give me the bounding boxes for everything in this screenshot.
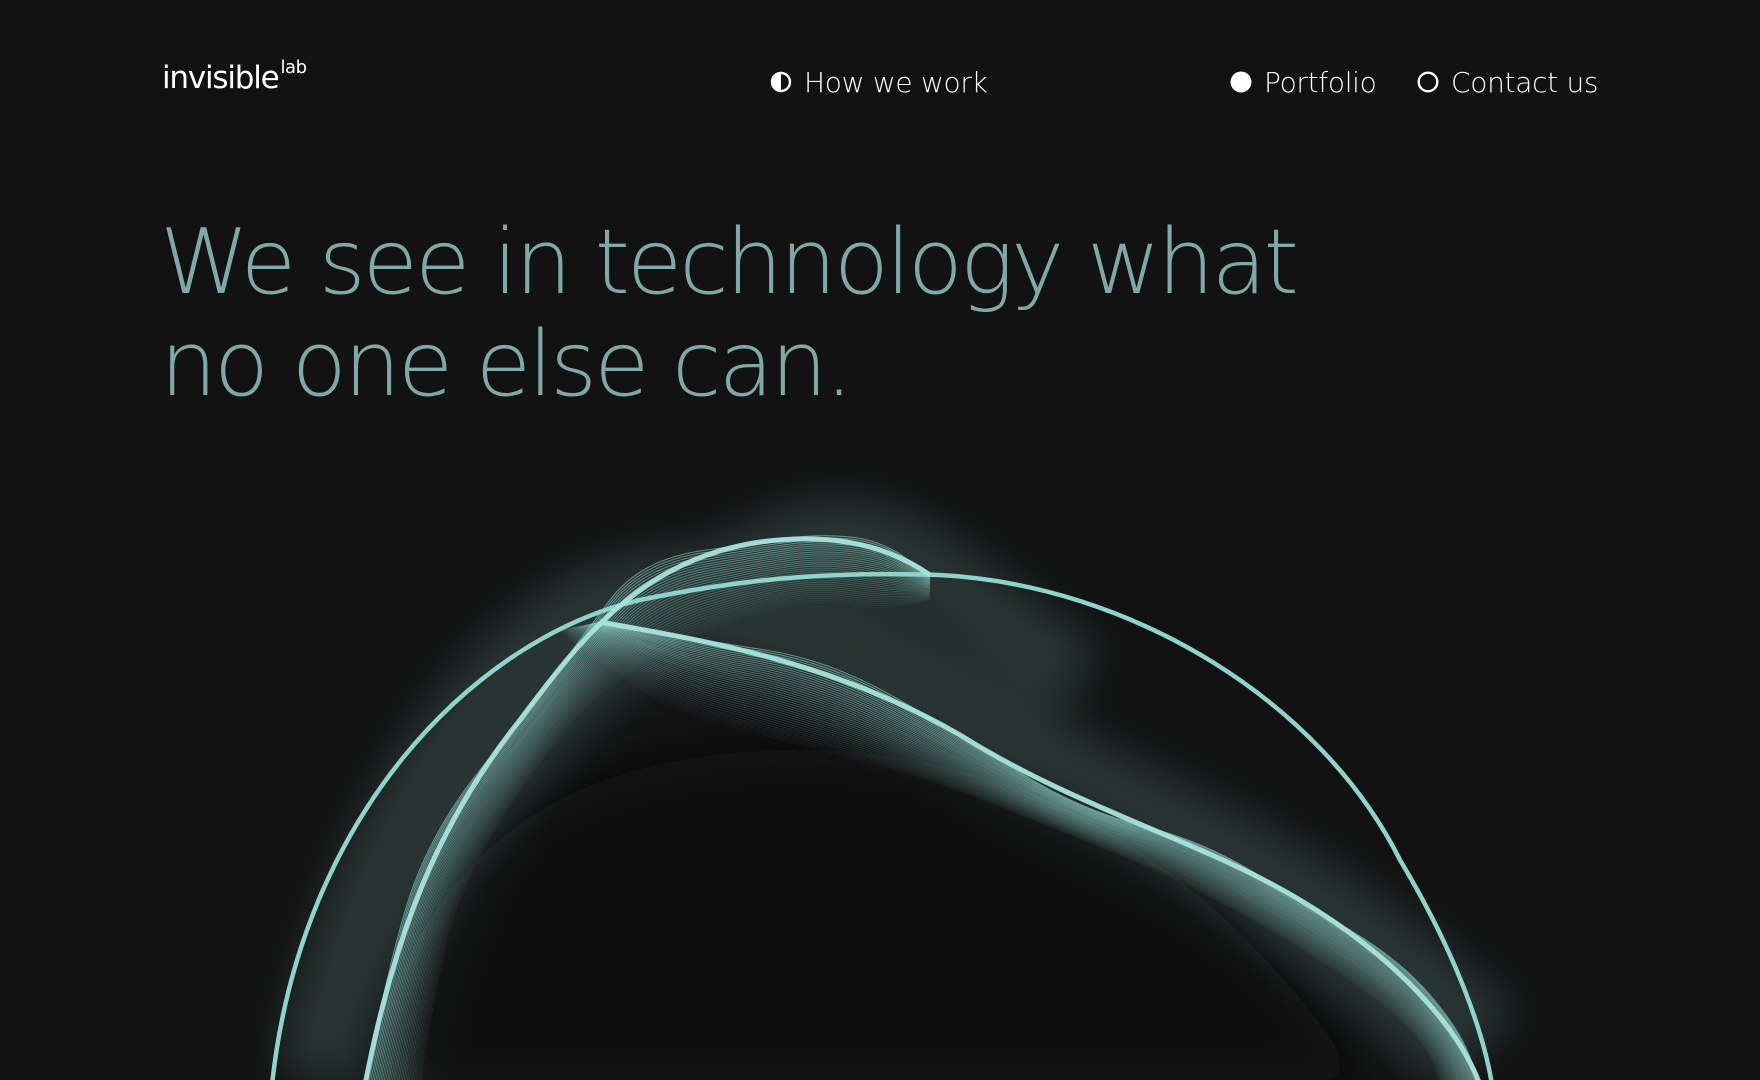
ribbon-strand xyxy=(587,623,1467,1080)
ribbon-strand xyxy=(367,537,931,1080)
ribbon-strand xyxy=(589,623,1469,1080)
hero-headline-line-1: We see in technology what xyxy=(160,210,1299,315)
half-circle-icon xyxy=(770,71,792,93)
logo-wordmark: invisible xyxy=(162,60,280,96)
ribbon-strand xyxy=(372,543,931,1080)
ribbon-strand xyxy=(597,621,1477,1080)
ribbon-strand xyxy=(380,553,931,1080)
ribbon-strand xyxy=(370,541,931,1080)
ribbon-strand xyxy=(578,625,1458,1080)
ribbon-strand xyxy=(596,622,1476,1080)
nav-link-how-we-work[interactable]: How we work xyxy=(770,60,988,104)
ribbon-strand xyxy=(575,626,1455,1080)
hero-headline: We see in technology what no one else ca… xyxy=(160,212,1400,416)
ribbon-strand xyxy=(395,571,931,1080)
ribbon-strand xyxy=(388,563,931,1080)
ribbon-strand xyxy=(594,622,1474,1080)
ribbon-strand xyxy=(559,629,1440,1080)
ribbon-strand xyxy=(572,627,1452,1080)
ribbon-strand xyxy=(400,577,931,1080)
ribbon-strand xyxy=(576,626,1456,1080)
ribbon-edge-left xyxy=(363,536,932,1080)
ribbon-strand xyxy=(398,575,931,1080)
ribbon-strand xyxy=(565,628,1446,1080)
thin-arc xyxy=(270,571,1494,1080)
logo-superscript: lab xyxy=(280,57,307,78)
ribbon-strand xyxy=(382,555,931,1080)
ribbon-strand xyxy=(595,622,1475,1080)
ribbon-strand xyxy=(392,567,931,1080)
ribbon-strand xyxy=(415,595,931,1080)
site-header: invisible lab How we work Portfolio Cont… xyxy=(0,0,1760,160)
ribbon-strand xyxy=(378,551,931,1080)
ribbon-strand xyxy=(566,628,1447,1080)
ribbon-strand xyxy=(393,569,931,1080)
ribbon-strand xyxy=(365,535,931,1080)
ribbon-strand xyxy=(573,626,1453,1080)
ribbon-strands-front xyxy=(559,621,1479,1080)
filled-circle-icon xyxy=(1230,71,1252,93)
ribbon-strand xyxy=(410,589,931,1080)
nav-label-contact-us: Contact us xyxy=(1451,65,1599,99)
ribbon-strand xyxy=(390,565,931,1080)
wave-ring-illustration xyxy=(270,498,1518,1080)
ribbon-strand xyxy=(580,625,1460,1080)
ribbon-strand xyxy=(405,583,931,1080)
nav-label-how-we-work: How we work xyxy=(804,65,988,99)
ribbon-strand xyxy=(564,628,1445,1080)
outline-circle-icon xyxy=(1417,71,1439,93)
ribbon-strand xyxy=(567,627,1448,1080)
wave-glow xyxy=(275,498,1518,1080)
ribbon-strand xyxy=(560,629,1441,1080)
ribbon-strand xyxy=(413,593,931,1080)
ribbon-strand xyxy=(586,624,1466,1080)
ribbon-strand xyxy=(383,557,931,1080)
ribbon-strand xyxy=(387,561,931,1080)
ribbon-strand xyxy=(569,627,1450,1080)
ribbon-strand xyxy=(408,587,931,1080)
ribbon-strand xyxy=(568,627,1449,1080)
ribbon-strand xyxy=(588,623,1468,1080)
ribbon-strand xyxy=(599,621,1479,1080)
ribbon-strand xyxy=(403,581,931,1080)
ribbon-strand xyxy=(577,626,1457,1080)
ribbon-strand xyxy=(396,573,931,1080)
ribbon-strand xyxy=(406,585,931,1080)
ribbon-strand xyxy=(375,547,931,1080)
ribbon-strand xyxy=(561,629,1442,1080)
ribbon-strand xyxy=(584,624,1464,1080)
nav-link-contact-us[interactable]: Contact us xyxy=(1417,60,1598,104)
ribbon-strand xyxy=(368,539,931,1080)
ribbon-strand xyxy=(373,545,931,1080)
ribbon-strand xyxy=(563,628,1444,1080)
ribbon-strand xyxy=(574,626,1454,1080)
ribbon-strands-back xyxy=(365,535,931,1080)
logo[interactable]: invisible lab xyxy=(162,56,307,100)
ribbon-strand xyxy=(418,598,931,1080)
ribbon-strand xyxy=(416,597,931,1080)
ribbon-strand xyxy=(583,624,1463,1080)
inner-shadow xyxy=(360,749,1360,1080)
ribbon-strand xyxy=(598,621,1478,1080)
ribbon-strand xyxy=(593,622,1473,1080)
ribbon-strand xyxy=(377,549,931,1080)
ribbon-strand xyxy=(420,599,931,1080)
ribbon-strand xyxy=(585,624,1465,1080)
ribbon-strand xyxy=(385,559,931,1080)
ribbon-strand xyxy=(411,591,931,1080)
nav-label-portfolio: Portfolio xyxy=(1264,65,1377,99)
ribbon-strand xyxy=(590,623,1470,1080)
hero-headline-line-2: no one else can. xyxy=(160,312,853,417)
nav-link-portfolio[interactable]: Portfolio xyxy=(1230,60,1377,104)
ribbon-strand xyxy=(581,625,1461,1080)
ribbon-strand xyxy=(562,628,1443,1080)
ribbon-strand xyxy=(401,579,931,1080)
ribbon-edge-right xyxy=(599,619,1481,1080)
ribbon-strand xyxy=(582,624,1462,1080)
ribbon-strand xyxy=(571,627,1451,1080)
ribbon-strand xyxy=(592,622,1472,1080)
ribbon-strand xyxy=(591,623,1471,1080)
ribbon-strand xyxy=(579,625,1459,1080)
